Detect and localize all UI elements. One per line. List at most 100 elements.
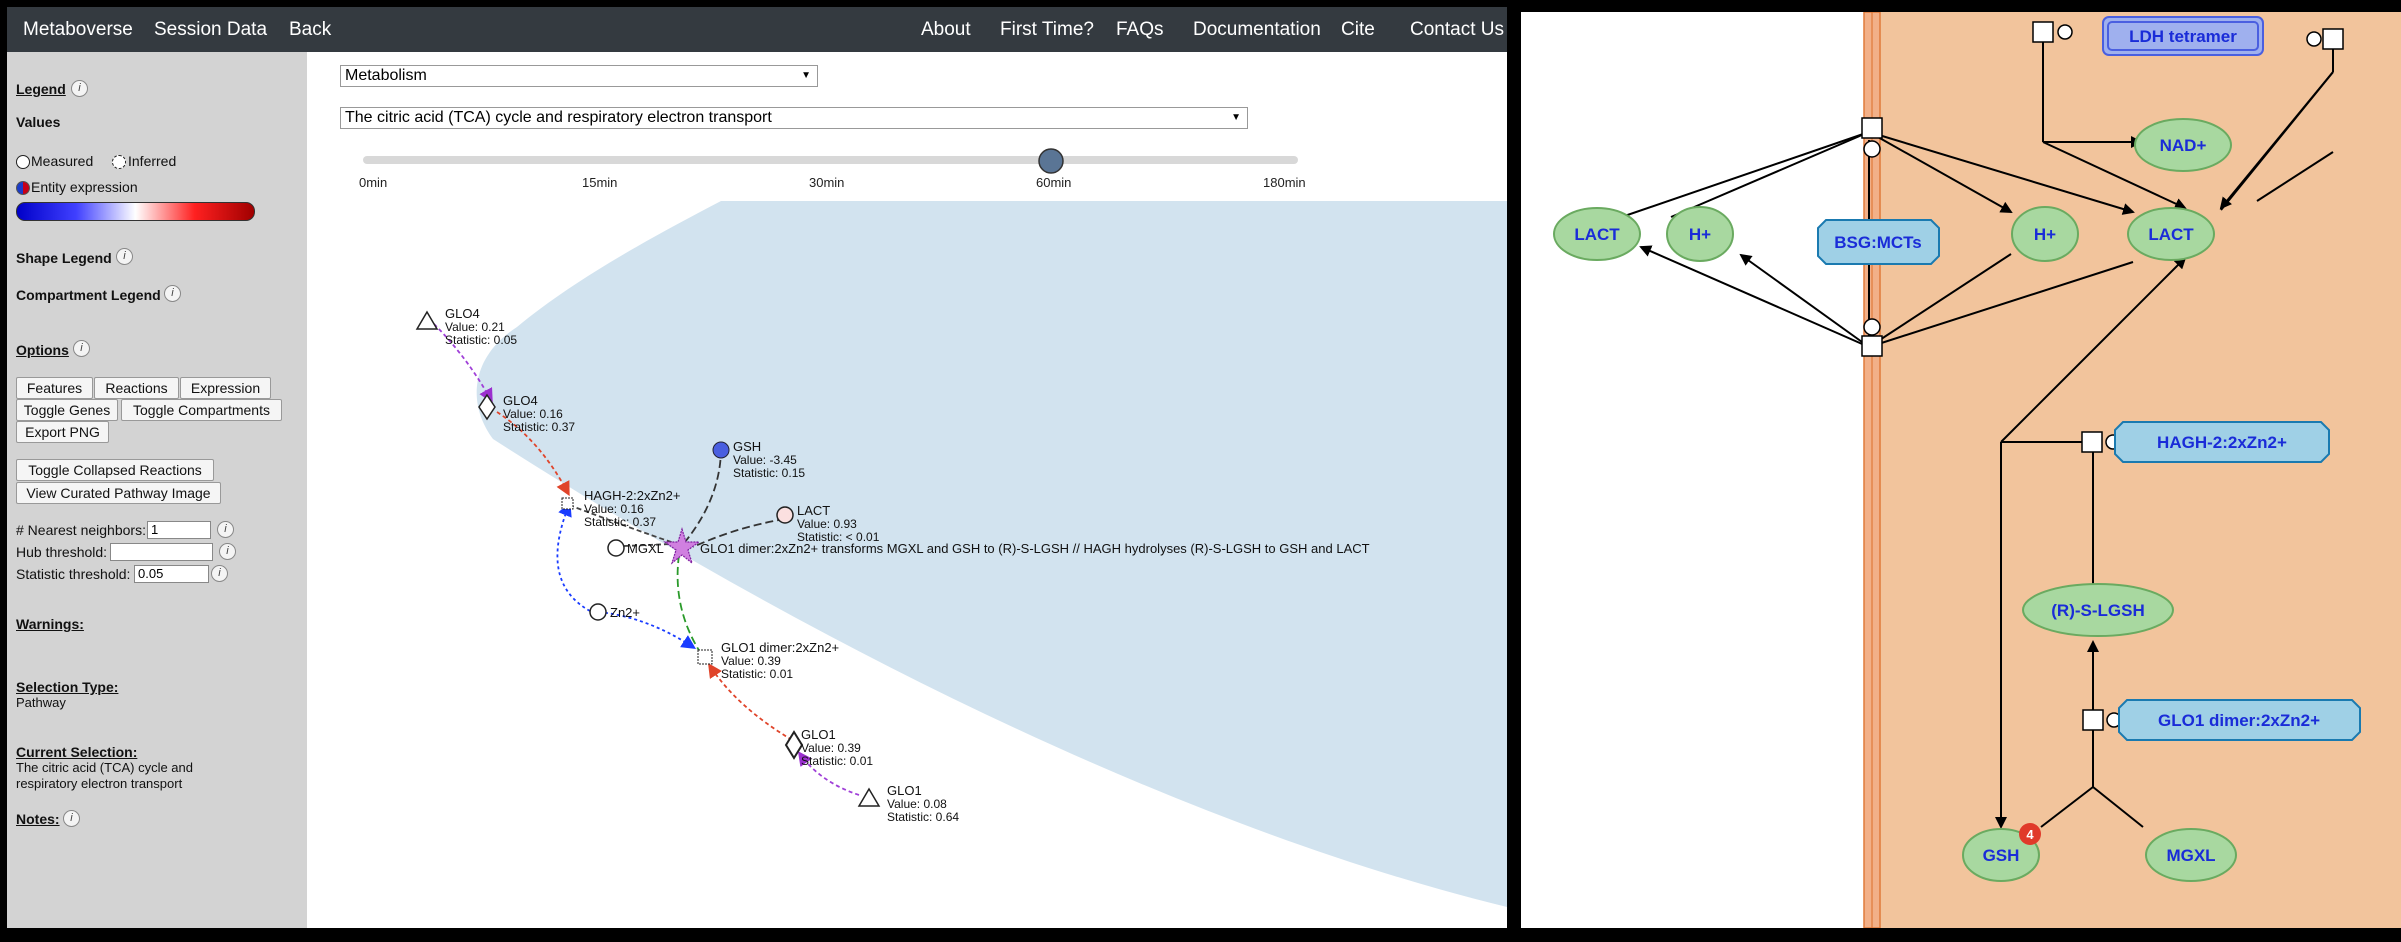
svg-text:Value: 0.16: Value: 0.16 <box>584 502 644 516</box>
glo1-protein-node[interactable]: GLO1 Value: 0.39 Statistic: 0.01 <box>784 727 873 768</box>
rslgsh-metabolite[interactable]: (R)-S-LGSH <box>2022 583 2174 637</box>
h-right-metabolite[interactable]: H+ <box>2011 206 2079 262</box>
hub-threshold-label: Hub threshold: <box>16 544 108 560</box>
reactions-button[interactable]: Reactions <box>94 377 179 399</box>
tick-label-15min: 15min <box>582 175 617 190</box>
inferred-circle-icon <box>112 155 126 169</box>
compartment-legend-info-icon[interactable]: i <box>164 285 181 302</box>
current-selection-heading: Current Selection: <box>16 744 138 760</box>
entity-expression-icon <box>16 181 30 195</box>
svg-text:LACT: LACT <box>1574 225 1620 244</box>
nav-brand[interactable]: Metaboverse <box>23 7 133 52</box>
svg-text:H+: H+ <box>1689 225 1711 244</box>
svg-text:Statistic: 0.05: Statistic: 0.05 <box>445 333 517 347</box>
svg-text:NAD+: NAD+ <box>2160 136 2207 155</box>
statistic-threshold-input[interactable]: 0.05 <box>134 565 209 583</box>
selection-type-heading: Selection Type: <box>16 679 119 695</box>
svg-text:BSG:MCTs: BSG:MCTs <box>1834 233 1922 252</box>
values-heading: Values <box>16 114 61 130</box>
svg-text:Zn2+: Zn2+ <box>610 605 640 620</box>
tick-label-60min: 60min <box>1036 175 1071 190</box>
toggle-collapsed-reactions-button[interactable]: Toggle Collapsed Reactions <box>16 459 214 481</box>
mgxl-node[interactable]: MGXL <box>607 539 664 557</box>
expression-button[interactable]: Expression <box>180 377 271 399</box>
h-left-metabolite[interactable]: H+ <box>1666 206 1734 262</box>
statistic-threshold-info-icon[interactable]: i <box>211 565 228 582</box>
toggle-genes-button[interactable]: Toggle Genes <box>16 399 118 421</box>
nearest-neighbors-info-icon[interactable]: i <box>217 521 234 538</box>
metaboverse-window: Metaboverse Session Data Back About Firs… <box>7 7 1507 928</box>
svg-text:Value: 0.08: Value: 0.08 <box>887 797 947 811</box>
cytosol-compartment <box>1864 12 2401 928</box>
hub-threshold-info-icon[interactable]: i <box>219 543 236 560</box>
timeline-tick-labels: 0min 15min 30min 60min 180min <box>359 175 1306 190</box>
svg-text:GLO1 dimer:2xZn2+: GLO1 dimer:2xZn2+ <box>721 640 839 655</box>
svg-text:Statistic: 0.37: Statistic: 0.37 <box>503 420 575 434</box>
legend-info-icon[interactable]: i <box>71 80 88 97</box>
expression-gradient-bar <box>16 202 255 221</box>
nearest-neighbors-input[interactable]: 1 <box>147 521 211 539</box>
glo1-dimer-node[interactable]: GLO1 dimer:2xZn2+ Value: 0.39 Statistic:… <box>697 640 839 681</box>
tick-label-30min: 30min <box>809 175 844 190</box>
svg-text:LACT: LACT <box>2148 225 2194 244</box>
hub-threshold-input[interactable] <box>110 543 213 561</box>
svg-text:GLO1 dimer:2xZn2+ transforms M: GLO1 dimer:2xZn2+ transforms MGXL and GS… <box>700 541 1370 556</box>
toggle-compartments-button[interactable]: Toggle Compartments <box>121 399 282 421</box>
svg-text:4: 4 <box>2026 827 2034 842</box>
measured-label: Measured <box>31 153 94 169</box>
glo1-gene-node[interactable]: GLO1 Value: 0.08 Statistic: 0.64 <box>857 783 959 824</box>
svg-text:(R)-S-LGSH: (R)-S-LGSH <box>2051 601 2144 620</box>
options-heading[interactable]: Options <box>16 342 69 358</box>
ldh-tetramer-complex[interactable]: LDH tetramer <box>2102 16 2264 56</box>
notes-info-icon[interactable]: i <box>63 810 80 827</box>
svg-text:Value: 0.39: Value: 0.39 <box>801 741 861 755</box>
svg-text:GLO1: GLO1 <box>887 783 922 798</box>
nad-metabolite[interactable]: NAD+ <box>2134 118 2232 172</box>
nav-session-data[interactable]: Session Data <box>154 7 267 52</box>
tick-label-180min: 180min <box>1263 175 1306 190</box>
network-graph[interactable]: 0min 15min 30min 60min 180min GLO4 Value… <box>307 7 1507 928</box>
hagh-complex[interactable]: HAGH-2:2xZn2+ <box>2114 421 2330 463</box>
glo4-gene-node[interactable]: GLO4 Value: 0.21 Statistic: 0.05 <box>415 306 517 347</box>
features-button[interactable]: Features <box>16 377 93 399</box>
legend-heading[interactable]: Legend <box>16 81 66 97</box>
svg-text:H+: H+ <box>2034 225 2056 244</box>
svg-text:Value: -3.45: Value: -3.45 <box>733 453 797 467</box>
sidebar: Legend i Values Measured Inferred Entity… <box>7 52 307 928</box>
bsg-mcts-complex[interactable]: BSG:MCTs <box>1817 219 1940 265</box>
svg-text:GSH: GSH <box>733 439 761 454</box>
svg-text:Statistic: 0.64: Statistic: 0.64 <box>887 810 959 824</box>
zn-node[interactable]: Zn2+ <box>589 603 640 621</box>
svg-text:Statistic: 0.01: Statistic: 0.01 <box>801 754 873 768</box>
current-selection-line1: The citric acid (TCA) cycle and <box>16 760 193 775</box>
svg-text:Value: 0.16: Value: 0.16 <box>503 407 563 421</box>
svg-text:LACT: LACT <box>797 503 830 518</box>
entity-expression-label: Entity expression <box>31 179 138 195</box>
svg-text:Value: 0.21: Value: 0.21 <box>445 320 505 334</box>
shape-legend-heading[interactable]: Shape Legend <box>16 250 112 266</box>
curated-pathway-diagram: LDH tetramer NAD+ LACT H+ BSG:MCTs H+ LA… <box>1553 12 2401 928</box>
svg-text:MGXL: MGXL <box>627 541 664 556</box>
export-png-button[interactable]: Export PNG <box>16 421 109 443</box>
lact-left-metabolite[interactable]: LACT <box>1553 207 1641 261</box>
svg-text:GLO1 dimer:2xZn2+: GLO1 dimer:2xZn2+ <box>2158 711 2320 730</box>
tick-label-0min: 0min <box>359 175 387 190</box>
selection-type-value: Pathway <box>16 695 66 710</box>
svg-text:Value: 0.93: Value: 0.93 <box>797 517 857 531</box>
mgxl-metabolite[interactable]: MGXL <box>2145 828 2237 882</box>
lact-right-metabolite[interactable]: LACT <box>2127 207 2215 261</box>
current-selection-line2: respiratory electron transport <box>16 776 183 791</box>
svg-text:GLO4: GLO4 <box>445 306 480 321</box>
shape-legend-info-icon[interactable]: i <box>116 248 133 265</box>
timeline-thumb[interactable] <box>1038 148 1064 174</box>
glo1-dimer-complex[interactable]: GLO1 dimer:2xZn2+ <box>2118 699 2361 741</box>
inferred-label: Inferred <box>128 153 177 169</box>
options-info-icon[interactable]: i <box>73 340 90 357</box>
compartment-legend-heading[interactable]: Compartment Legend <box>16 287 161 303</box>
svg-text:GSH: GSH <box>1983 846 2020 865</box>
statistic-threshold-label: Statistic threshold: <box>16 566 131 582</box>
measured-circle-icon <box>16 155 30 169</box>
svg-text:Value: 0.39: Value: 0.39 <box>721 654 781 668</box>
view-curated-pathway-image-button[interactable]: View Curated Pathway Image <box>16 482 221 504</box>
svg-text:Statistic: 0.37: Statistic: 0.37 <box>584 515 656 529</box>
